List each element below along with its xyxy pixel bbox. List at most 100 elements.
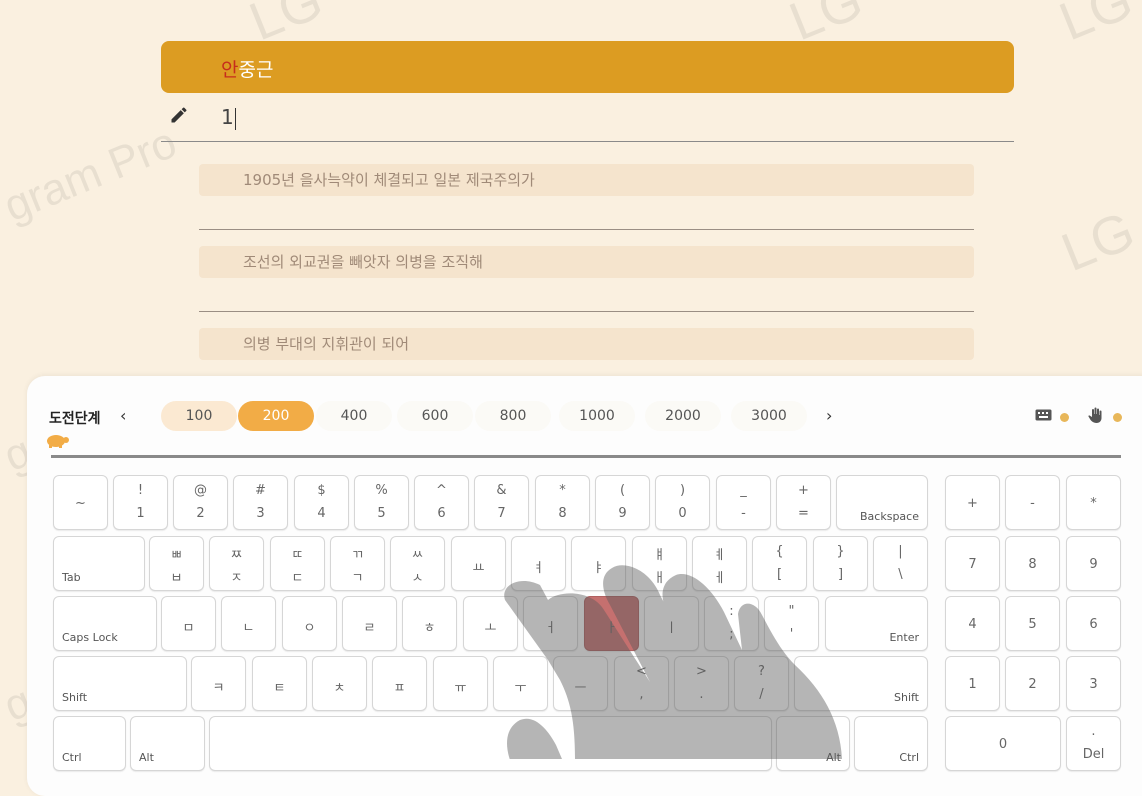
key-row4-1[interactable]: ㅌ — [252, 656, 307, 711]
next-level-button[interactable]: › — [826, 406, 832, 425]
numpad-key-1[interactable]: - — [1005, 475, 1060, 530]
key-char: 2 — [1028, 677, 1037, 692]
key-row4-6[interactable]: ㅡ — [553, 656, 608, 711]
level-pill-800[interactable]: 800 — [475, 401, 551, 431]
hand-toggle-dot[interactable] — [1113, 413, 1122, 422]
key-char: ㅓ — [544, 621, 557, 636]
key-char: 1 — [136, 506, 145, 521]
key-row3-1[interactable]: ㄴ — [221, 596, 276, 651]
key-row3-0[interactable]: ㅁ — [161, 596, 216, 651]
right-alt-key[interactable]: Alt — [776, 716, 850, 771]
key-row2-11[interactable]: }] — [813, 536, 868, 591]
level-pill-2000[interactable]: 2000 — [645, 401, 721, 431]
key-row3-3[interactable]: ㄹ — [342, 596, 397, 651]
key-row4-5[interactable]: ㅜ — [493, 656, 548, 711]
key-row4-4[interactable]: ㅠ — [433, 656, 488, 711]
key-row4-9[interactable]: ? / — [734, 656, 789, 711]
numpad-key-3[interactable]: 7 — [945, 536, 1000, 591]
numpad-del-key[interactable]: . Del — [1066, 716, 1121, 771]
level-pill-3000[interactable]: 3000 — [731, 401, 807, 431]
key-row3-9[interactable]: :; — [704, 596, 759, 651]
key-row3-2[interactable]: ㅇ — [282, 596, 337, 651]
numpad-key-7[interactable]: 5 — [1005, 596, 1060, 651]
key-char: ㅔ — [713, 571, 726, 586]
level-pill-400[interactable]: 400 — [316, 401, 392, 431]
key-11[interactable]: _ - — [716, 475, 771, 530]
key-char: ㅁ — [182, 621, 195, 636]
key-7[interactable]: & 7 — [474, 475, 529, 530]
hand-icon[interactable] — [1088, 407, 1104, 423]
key-row2-12[interactable]: | \ — [873, 536, 928, 591]
key-char: . — [699, 687, 704, 702]
key-row3-4[interactable]: ㅎ — [402, 596, 457, 651]
numpad-key-6[interactable]: 4 — [945, 596, 1000, 651]
right-shift-key[interactable]: Shift — [794, 656, 928, 711]
numpad-key-0[interactable]: 0 — [945, 716, 1061, 771]
key-row2-7[interactable]: ㅑ — [571, 536, 626, 591]
key-8[interactable]: * 8 — [535, 475, 590, 530]
key-row3-6[interactable]: ㅓ — [523, 596, 578, 651]
key-label: Shift — [893, 691, 919, 704]
key-char: 8 — [558, 506, 567, 521]
key-row2-10[interactable]: {[ — [752, 536, 807, 591]
level-pill-100[interactable]: 100 — [161, 401, 237, 431]
key-row2-8[interactable]: ㅒㅐ — [632, 536, 687, 591]
left-alt-key[interactable]: Alt — [130, 716, 205, 771]
key-char: 7 — [497, 506, 506, 521]
key-char: Del — [1082, 747, 1105, 762]
caps-lock-key[interactable]: Caps Lock — [53, 596, 157, 651]
key-row3-5[interactable]: ㅗ — [463, 596, 518, 651]
right-ctrl-key[interactable]: Ctrl — [854, 716, 928, 771]
key-5[interactable]: % 5 — [354, 475, 409, 530]
key-row4-7[interactable]: <, — [614, 656, 669, 711]
key-row2-0[interactable]: ㅃㅂ — [149, 536, 204, 591]
numpad-key-8[interactable]: 6 — [1066, 596, 1121, 651]
key-2[interactable]: @2 — [173, 475, 228, 530]
key-row2-2[interactable]: ㄸㄷ — [270, 536, 325, 591]
key-char: ㅗ — [484, 621, 497, 636]
key-row2-5[interactable]: ㅛ — [451, 536, 506, 591]
key-6[interactable]: ^ 6 — [414, 475, 469, 530]
numpad-key-2[interactable]: * — [1066, 475, 1121, 530]
key-row2-3[interactable]: ㄲㄱ — [330, 536, 385, 591]
key-12[interactable]: + = — [776, 475, 831, 530]
key-row4-3[interactable]: ㅍ — [372, 656, 427, 711]
numpad-key-5[interactable]: 9 — [1066, 536, 1121, 591]
key-row2-6[interactable]: ㅕ — [511, 536, 566, 591]
level-pill-1000[interactable]: 1000 — [559, 401, 635, 431]
tab-key[interactable]: Tab — [53, 536, 145, 591]
key-row3-10[interactable]: " ' — [764, 596, 819, 651]
key-row4-2[interactable]: ㅊ — [312, 656, 367, 711]
key-9[interactable]: (9 — [595, 475, 650, 530]
backspace-key[interactable]: Backspace — [836, 475, 928, 530]
key-row3-7[interactable]: ㅏ — [584, 596, 639, 651]
key-row3-8[interactable]: ㅣ — [644, 596, 699, 651]
keyboard-toggle-dot[interactable] — [1060, 413, 1069, 422]
key-row4-0[interactable]: ㅋ — [191, 656, 246, 711]
left-shift-key[interactable]: Shift — [53, 656, 187, 711]
level-pill-200[interactable]: 200 — [238, 401, 314, 431]
keyboard-icon[interactable] — [1035, 409, 1052, 421]
numpad-key-0[interactable]: + — [945, 475, 1000, 530]
level-pill-600[interactable]: 600 — [397, 401, 473, 431]
numpad-key-11[interactable]: 3 — [1066, 656, 1121, 711]
enter-key[interactable]: Enter — [825, 596, 928, 651]
prev-level-button[interactable]: ‹ — [120, 406, 126, 425]
key-0[interactable]: ~ — [53, 475, 108, 530]
key-char: 2 — [196, 506, 205, 521]
key-row4-8[interactable]: >. — [674, 656, 729, 711]
key-row2-1[interactable]: ㅉㅈ — [209, 536, 264, 591]
key-row2-9[interactable]: ㅖㅔ — [692, 536, 747, 591]
key-4[interactable]: $4 — [294, 475, 349, 530]
key-3[interactable]: #3 — [233, 475, 288, 530]
key-shift-char: ㅃ — [170, 548, 183, 563]
key-row2-4[interactable]: ㅆㅅ — [390, 536, 445, 591]
key-1[interactable]: ! 1 — [113, 475, 168, 530]
typing-input[interactable]: 1 — [161, 93, 1014, 142]
space-key[interactable] — [209, 716, 772, 771]
numpad-key-4[interactable]: 8 — [1005, 536, 1060, 591]
numpad-key-10[interactable]: 2 — [1005, 656, 1060, 711]
key-10[interactable]: ) 0 — [655, 475, 710, 530]
numpad-key-9[interactable]: 1 — [945, 656, 1000, 711]
left-ctrl-key[interactable]: Ctrl — [53, 716, 126, 771]
